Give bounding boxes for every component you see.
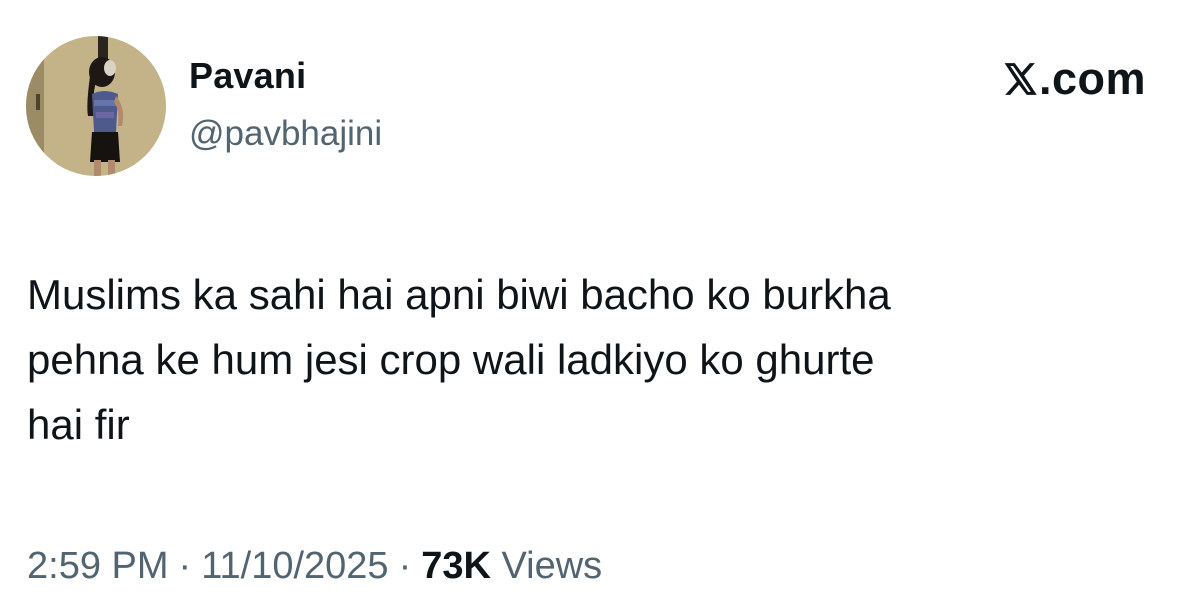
author-display-name[interactable]: Pavani	[189, 55, 306, 97]
tweet-meta: 2:59 PM · 11/10/2025 · 73K Views	[27, 545, 602, 588]
brand-watermark: .com	[1000, 56, 1146, 101]
views-label: Views	[501, 545, 603, 587]
views-count[interactable]: 73K	[421, 545, 491, 587]
x-logo-icon	[1004, 62, 1037, 95]
avatar-photo	[26, 36, 166, 176]
brand-text: .com	[1038, 53, 1146, 104]
tweet-date[interactable]: 11/10/2025	[201, 545, 388, 587]
tweet-card: Pavani @pavbhajini .com Muslims ka sahi …	[0, 0, 1200, 616]
tweet-text: Muslims ka sahi hai apni biwi bacho ko b…	[27, 271, 891, 448]
author-handle[interactable]: @pavbhajini	[189, 114, 382, 154]
avatar[interactable]	[26, 36, 166, 176]
meta-separator: ·	[178, 545, 192, 587]
meta-separator: ·	[398, 545, 412, 587]
tweet-time[interactable]: 2:59 PM	[27, 545, 169, 587]
